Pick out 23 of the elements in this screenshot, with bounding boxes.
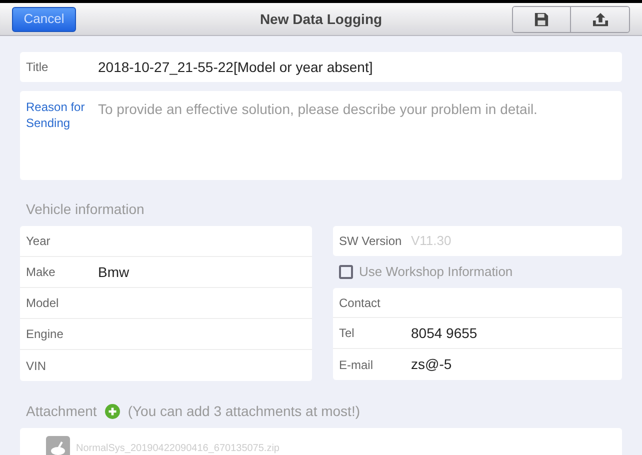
title-field[interactable]: 2018-10-27_21-55-22[Model or year absent] — [98, 56, 373, 78]
field-value[interactable]: 8054 9655 — [411, 322, 478, 344]
section-heading: Vehicle information — [25, 200, 146, 219]
field-label: E-mail — [339, 356, 374, 374]
field-label: Make — [26, 264, 56, 281]
checkbox[interactable] — [339, 265, 353, 279]
field-value[interactable]: Bmw — [98, 262, 130, 282]
save-icon[interactable] — [513, 6, 571, 32]
field-label: Title — [26, 59, 50, 76]
field-label: SW Version — [339, 233, 403, 250]
field-label: VIN — [26, 358, 48, 374]
field-label: Tel — [339, 325, 356, 342]
add-icon[interactable] — [104, 404, 120, 418]
checkbox-label: Use Workshop Information — [359, 263, 513, 282]
section-heading: Attachment — [26, 402, 97, 420]
field-value[interactable]: zs@-5 — [411, 354, 452, 375]
section-heading: Contact — [339, 294, 380, 312]
field-label: Reason for Sending — [26, 99, 86, 131]
window-title: New Data Logging — [260, 10, 382, 29]
field-label: Year — [26, 233, 52, 250]
field-label: Engine — [26, 326, 64, 343]
field-label: Model — [26, 295, 60, 312]
attachment-note: (You can add 3 attachments at most!) — [128, 402, 360, 421]
